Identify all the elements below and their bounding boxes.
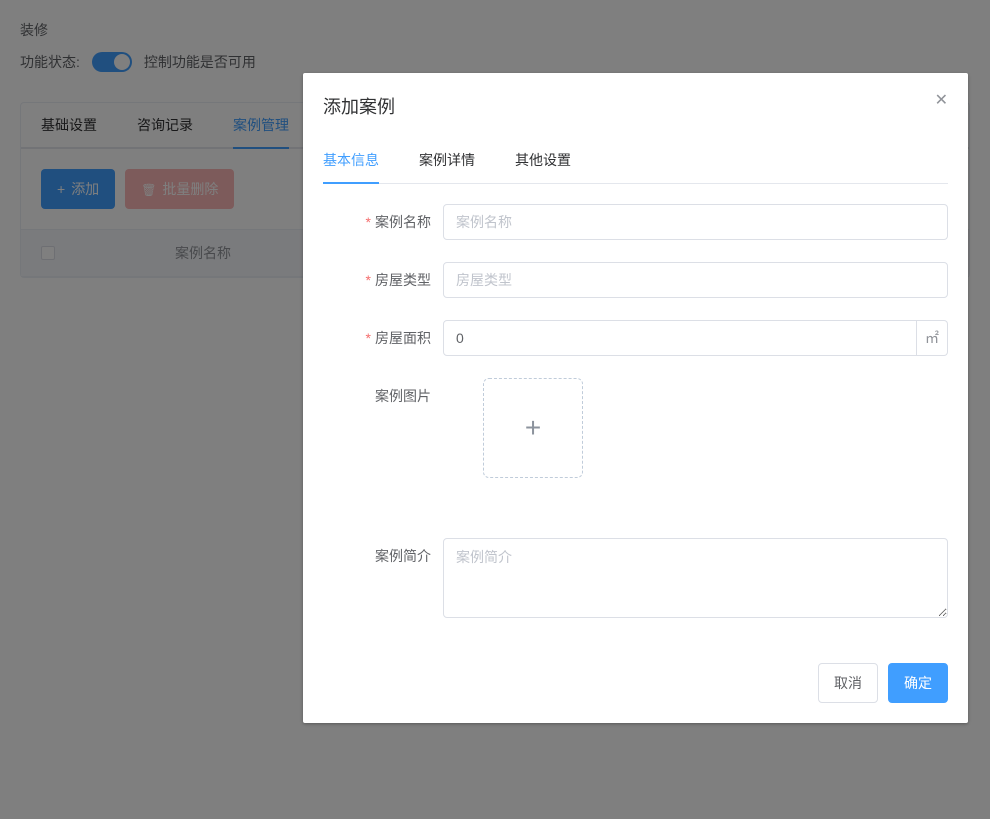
house-type-input[interactable] [443, 262, 948, 298]
dialog-title: 添加案例 [323, 97, 395, 117]
form-item-house-type: 房屋类型 [323, 262, 948, 298]
form-item-house-area: 房屋面积 ㎡ [323, 320, 948, 356]
dialog-footer: 取消 确定 [303, 653, 968, 723]
confirm-button[interactable]: 确定 [888, 663, 948, 703]
case-name-input[interactable] [443, 204, 948, 240]
tab-basic-info[interactable]: 基本信息 [323, 150, 379, 184]
image-upload-box[interactable]: + [483, 378, 583, 478]
add-case-dialog: 添加案例 ✕ 基本信息 案例详情 其他设置 案例名称 房屋类型 房屋面积 ㎡ [303, 73, 968, 723]
tab-other-settings[interactable]: 其他设置 [515, 150, 571, 184]
cancel-button[interactable]: 取消 [818, 663, 878, 703]
label-house-area: 房屋面积 [323, 320, 443, 356]
form-item-case-image: 案例图片 + [323, 378, 948, 478]
label-house-type: 房屋类型 [323, 262, 443, 298]
case-intro-textarea[interactable] [443, 538, 948, 618]
dialog-header: 添加案例 ✕ [303, 73, 968, 129]
house-area-input[interactable] [443, 320, 917, 356]
plus-icon: + [525, 412, 541, 444]
dialog-tabs: 基本信息 案例详情 其他设置 [323, 149, 948, 184]
area-unit: ㎡ [917, 320, 948, 356]
label-case-name: 案例名称 [323, 204, 443, 240]
label-case-image: 案例图片 [323, 378, 443, 478]
form-item-case-name: 案例名称 [323, 204, 948, 240]
dialog-body: 基本信息 案例详情 其他设置 案例名称 房屋类型 房屋面积 ㎡ 案例图片 [303, 129, 968, 653]
close-icon[interactable]: ✕ [935, 93, 948, 109]
form-item-case-intro: 案例简介 [323, 538, 948, 621]
tab-case-detail[interactable]: 案例详情 [419, 150, 475, 184]
label-case-intro: 案例简介 [323, 538, 443, 621]
